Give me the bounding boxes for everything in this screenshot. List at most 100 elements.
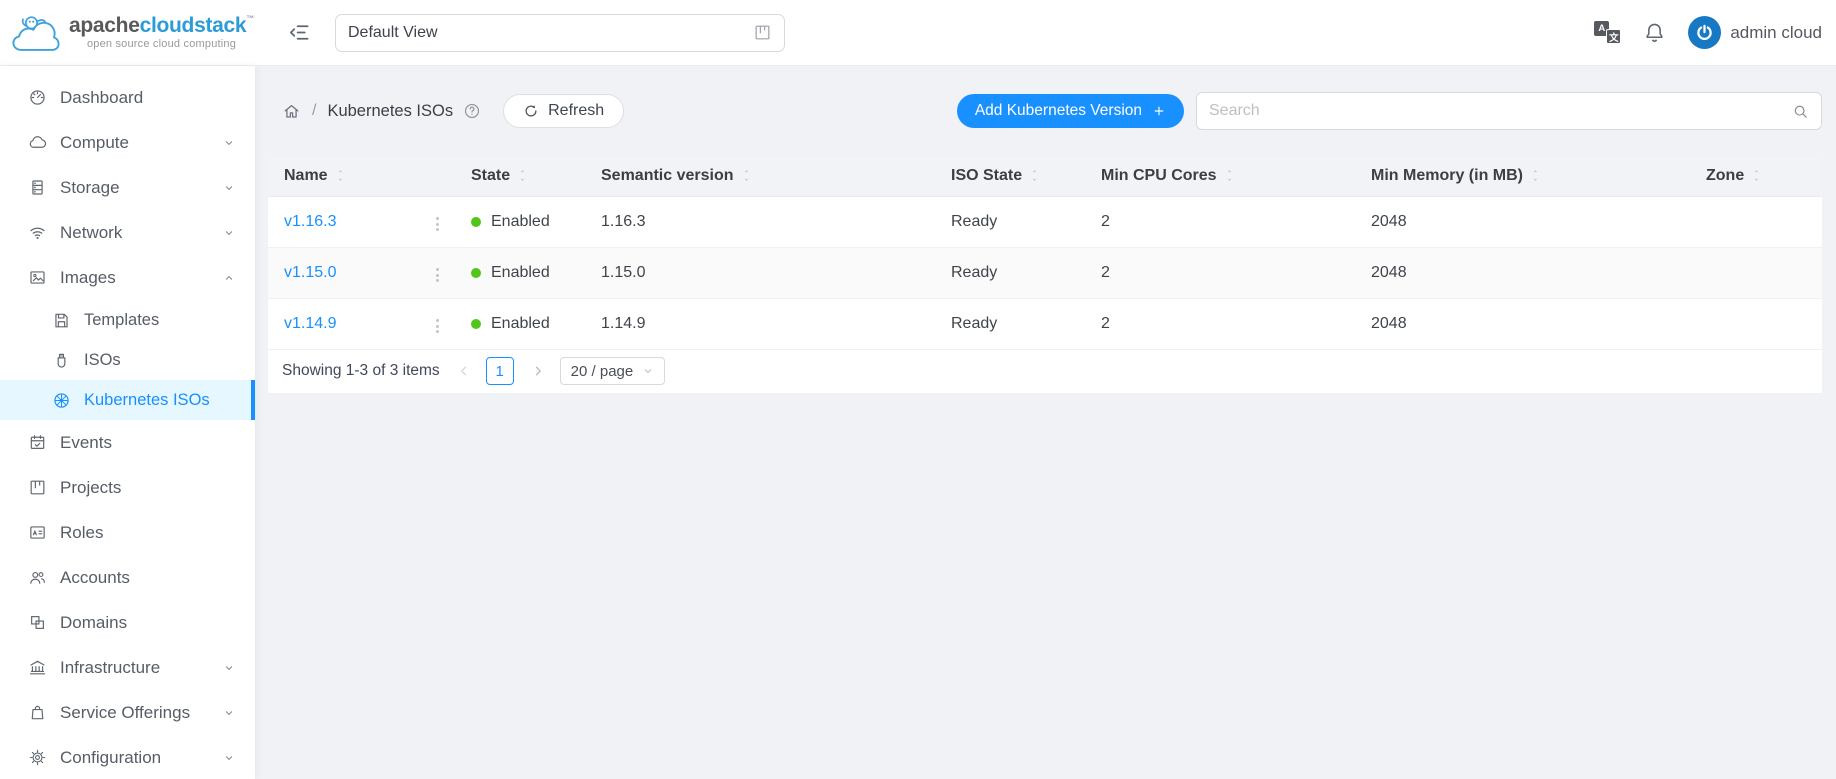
menu-fold-icon[interactable] — [288, 21, 311, 44]
sidebar-item-domains[interactable]: Domains — [0, 600, 255, 645]
sidebar: Dashboard Compute Storage Network Images… — [0, 66, 255, 779]
column-header-iso_state[interactable]: ISO State — [935, 156, 1085, 196]
sidebar-item-label: Dashboard — [60, 88, 143, 108]
cell-state: Enabled — [455, 298, 585, 349]
sidebar-item-infrastructure[interactable]: Infrastructure — [0, 645, 255, 690]
cell-zone — [1690, 196, 1822, 247]
save-icon — [52, 311, 71, 330]
sidebar-item-storage[interactable]: Storage — [0, 165, 255, 210]
topbar-right: A 文 admin cloud — [1594, 16, 1836, 49]
translate-icon[interactable]: A 文 — [1594, 21, 1621, 44]
column-header-semantic_version[interactable]: Semantic version — [585, 156, 935, 196]
pagination-page-1[interactable]: 1 — [486, 357, 514, 385]
column-header-state[interactable]: State — [455, 156, 585, 196]
avatar — [1688, 16, 1721, 49]
cell-semantic_version: 1.16.3 — [585, 196, 935, 247]
row-actions-kebab-icon[interactable] — [429, 314, 446, 338]
cell-min_memory: 2048 — [1355, 298, 1690, 349]
kubernetes-icon — [52, 391, 71, 410]
sidebar-item-accounts[interactable]: Accounts — [0, 555, 255, 600]
chevron-down-icon — [642, 365, 654, 377]
cell-min_cpu: 2 — [1085, 298, 1355, 349]
sidebar-item-label: Service Offerings — [60, 703, 190, 723]
pagination-prev-icon[interactable] — [456, 363, 472, 379]
sidebar-item-service-offerings[interactable]: Service Offerings — [0, 690, 255, 735]
sorter-icon[interactable] — [336, 167, 345, 184]
cell-zone — [1690, 247, 1822, 298]
row-actions-kebab-icon[interactable] — [429, 263, 446, 287]
table-card: Name State Semantic versionISO StateMin CP… — [268, 156, 1822, 393]
column-header-zone[interactable]: Zone — [1690, 156, 1822, 196]
project-view-value: Default View — [348, 24, 438, 42]
add-kubernetes-version-button[interactable]: Add Kubernetes Version — [957, 94, 1184, 128]
sorter-icon[interactable] — [518, 167, 527, 184]
sorter-icon[interactable] — [742, 167, 751, 184]
sidebar-item-roles[interactable]: Roles — [0, 510, 255, 555]
calendar-icon — [28, 433, 47, 452]
home-icon[interactable] — [282, 102, 301, 121]
idcard-icon — [28, 523, 47, 542]
search-icon[interactable] — [1792, 103, 1809, 120]
main-content: / Kubernetes ISOs Refresh Add Kubernetes… — [255, 66, 1836, 779]
chevron-down-icon — [223, 227, 235, 239]
sidebar-item-kubernetes-isos[interactable]: Kubernetes ISOs — [0, 380, 255, 420]
sidebar-item-label: Configuration — [60, 748, 161, 768]
table-row: v1.14.9Enabled1.14.9Ready22048 — [268, 298, 1822, 349]
version-name-link[interactable]: v1.15.0 — [284, 264, 336, 281]
kubernetes-isos-table: Name State Semantic versionISO StateMin CP… — [268, 156, 1822, 350]
pagination-next-icon[interactable] — [530, 363, 546, 379]
sorter-icon[interactable] — [1752, 167, 1761, 184]
cell-semantic_version: 1.15.0 — [585, 247, 935, 298]
chevron-down-icon — [223, 662, 235, 674]
chevron-down-icon — [223, 707, 235, 719]
sorter-icon[interactable] — [1030, 167, 1039, 184]
status-text: Enabled — [491, 315, 550, 333]
page-size-select[interactable]: 20 / page — [560, 357, 666, 385]
sorter-icon[interactable] — [1225, 167, 1234, 184]
column-label: State — [471, 167, 510, 185]
status-text: Enabled — [491, 213, 550, 231]
reload-icon — [523, 103, 539, 119]
database-icon — [28, 178, 47, 197]
sidebar-item-label: Compute — [60, 133, 129, 153]
project-view-select[interactable]: Default View — [335, 14, 785, 52]
notification-bell-icon[interactable] — [1643, 21, 1666, 44]
sidebar-item-network[interactable]: Network — [0, 210, 255, 255]
top-bar: apachecloudstack™ open source cloud comp… — [0, 0, 1836, 66]
cloudstack-logo[interactable]: apachecloudstack™ open source cloud comp… — [0, 12, 255, 54]
help-icon[interactable] — [463, 102, 481, 120]
table-row: v1.16.3Enabled1.16.3Ready22048 — [268, 196, 1822, 247]
version-name-link[interactable]: v1.16.3 — [284, 213, 336, 230]
sorter-icon[interactable] — [1531, 167, 1540, 184]
sidebar-item-configuration[interactable]: Configuration — [0, 735, 255, 779]
cell-name: v1.14.9 — [268, 298, 420, 349]
sidebar-item-projects[interactable]: Projects — [0, 465, 255, 510]
column-header-name[interactable]: Name — [268, 156, 420, 196]
column-header-min_memory[interactable]: Min Memory (in MB) — [1355, 156, 1690, 196]
search-input[interactable] — [1209, 102, 1792, 120]
sidebar-item-dashboard[interactable]: Dashboard — [0, 75, 255, 120]
cell-state: Enabled — [455, 247, 585, 298]
sidebar-item-events[interactable]: Events — [0, 420, 255, 465]
sidebar-item-images[interactable]: Images — [0, 255, 255, 300]
cell-iso_state: Ready — [935, 196, 1085, 247]
page-title: Kubernetes ISOs — [327, 102, 453, 121]
user-menu[interactable]: admin cloud — [1688, 16, 1822, 49]
column-header-min_cpu[interactable]: Min CPU Cores — [1085, 156, 1355, 196]
status-dot-enabled — [471, 217, 481, 227]
row-actions-kebab-icon[interactable] — [429, 212, 446, 236]
sidebar-item-compute[interactable]: Compute — [0, 120, 255, 165]
column-label: Zone — [1706, 167, 1744, 185]
refresh-button[interactable]: Refresh — [503, 94, 624, 128]
sidebar-item-label: Events — [60, 433, 112, 453]
sidebar-item-isos[interactable]: ISOs — [0, 340, 255, 380]
version-name-link[interactable]: v1.14.9 — [284, 315, 336, 332]
status-text: Enabled — [491, 264, 550, 282]
sidebar-item-templates[interactable]: Templates — [0, 300, 255, 340]
breadcrumb-separator: / — [312, 102, 316, 120]
cell-min_memory: 2048 — [1355, 247, 1690, 298]
wifi-icon — [28, 223, 47, 242]
sidebar-item-label: Images — [60, 268, 116, 288]
chevron-down-icon — [223, 752, 235, 764]
team-icon — [28, 568, 47, 587]
